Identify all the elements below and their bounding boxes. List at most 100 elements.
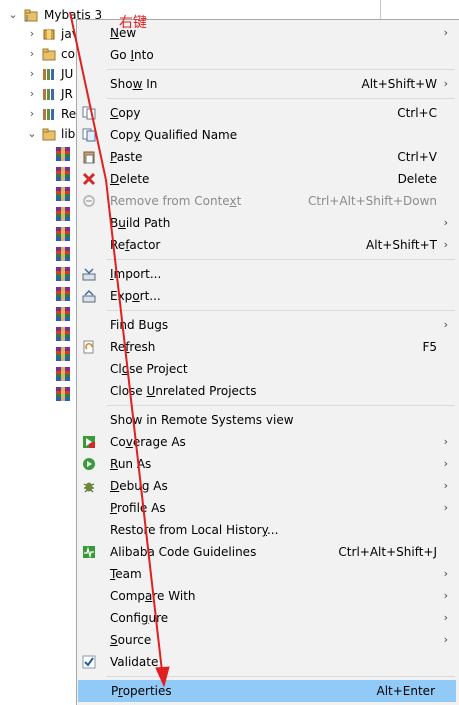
jar-file-icon[interactable] [56, 287, 70, 301]
chevron-right-icon[interactable]: › [27, 25, 37, 43]
tree-item[interactable]: ⌄ lib [0, 125, 80, 143]
menu-item-label: Validate [110, 655, 159, 669]
submenu-arrow-icon: › [443, 589, 448, 602]
menu-separator [107, 405, 455, 406]
menu-item-label: Debug As [110, 479, 168, 493]
menu-item-coverage-as[interactable]: Coverage As › [77, 431, 458, 453]
library-icon [43, 109, 54, 120]
jar-file-icon[interactable] [56, 167, 70, 181]
menu-separator [107, 259, 455, 260]
menu-item-shortcut: Alt+Shift+W [361, 77, 438, 91]
alibaba-guidelines-icon [83, 546, 95, 559]
jar-file-icon[interactable] [56, 247, 70, 261]
menu-item-label: Show in Remote Systems view [110, 413, 294, 427]
jar-file-icon[interactable] [56, 387, 70, 401]
menu-item-show-in[interactable]: Show In Alt+Shift+W › [77, 73, 458, 95]
menu-item-validate[interactable]: Validate [77, 651, 458, 673]
menu-item-show-in-remote-systems-view[interactable]: Show in Remote Systems view [77, 409, 458, 431]
menu-item-label: Copy [110, 106, 141, 120]
menu-item-label: Export... [110, 289, 161, 303]
menu-item-compare-with[interactable]: Compare With › [77, 585, 458, 607]
chevron-right-icon[interactable]: › [27, 105, 37, 123]
menu-item-label: Close Project [110, 362, 188, 376]
menu-item-find-bugs[interactable]: Find Bugs › [77, 314, 458, 336]
menu-item-profile-as[interactable]: Profile As › [77, 497, 458, 519]
context-menu: New › Go Into Show In Alt+Shift+W › Copy Ctrl+C… [76, 19, 459, 705]
menu-item-restore-from-local-history[interactable]: Restore from Local History... [77, 519, 458, 541]
menu-item-label: Restore from Local History... [110, 523, 279, 537]
submenu-arrow-icon: › [443, 479, 448, 492]
menu-item-shortcut: F5 [422, 340, 437, 354]
jar-file-icon[interactable] [56, 207, 70, 221]
copy-qualified-name-icon [82, 128, 96, 142]
menu-item-properties[interactable]: Properties Alt+Enter [78, 680, 456, 702]
menu-separator [107, 98, 455, 99]
tree-item[interactable]: › JR [0, 85, 80, 103]
validate-check-icon [82, 655, 96, 669]
submenu-arrow-icon: › [443, 77, 448, 90]
menu-item-label: Paste [110, 150, 143, 164]
submenu-arrow-icon: › [443, 457, 448, 470]
menu-item-shortcut: Alt+Shift+T [366, 238, 437, 252]
menu-item-configure[interactable]: Configure › [77, 607, 458, 629]
menu-item-label: Find Bugs [110, 318, 169, 332]
jar-file-icon[interactable] [56, 227, 70, 241]
menu-item-label: Alibaba Code Guidelines [110, 545, 257, 559]
tree-item[interactable]: › jav [0, 25, 80, 43]
menu-item-paste[interactable]: Paste Ctrl+V [77, 146, 458, 168]
tree-item[interactable]: › JU [0, 65, 80, 83]
menu-item-run-as[interactable]: Run As › [77, 453, 458, 475]
menu-item-alibaba-code-guidelines[interactable]: Alibaba Code Guidelines Ctrl+Alt+Shift+J [77, 541, 458, 563]
menu-item-close-project[interactable]: Close Project [77, 358, 458, 380]
menu-separator [107, 310, 455, 311]
jar-file-icon[interactable] [56, 147, 70, 161]
menu-item-copy[interactable]: Copy Ctrl+C [77, 102, 458, 124]
menu-item-delete[interactable]: Delete Delete [77, 168, 458, 190]
menu-item-build-path[interactable]: Build Path › [77, 212, 458, 234]
jar-file-icon[interactable] [56, 367, 70, 381]
run-icon [83, 458, 95, 470]
menu-item-team[interactable]: Team › [77, 563, 458, 585]
tree-item-label: JU [61, 67, 74, 81]
menu-item-close-unrelated-projects[interactable]: Close Unrelated Projects [77, 380, 458, 402]
menu-item-refresh[interactable]: Refresh F5 [77, 336, 458, 358]
menu-item-label: Build Path [110, 216, 171, 230]
remove-from-context-icon [83, 195, 95, 207]
jar-file-icon[interactable] [56, 327, 70, 341]
jar-file-icon[interactable] [56, 347, 70, 361]
menu-item-refactor[interactable]: Refactor Alt+Shift+T › [77, 234, 458, 256]
chevron-down-icon[interactable]: ⌄ [8, 6, 18, 24]
menu-item-label: Copy Qualified Name [110, 128, 238, 142]
delete-icon [82, 172, 96, 186]
menu-item-label: Show In [110, 77, 158, 91]
menu-item-go-into[interactable]: Go Into [77, 44, 458, 66]
menu-item-shortcut: Ctrl+Alt+Shift+Down [307, 194, 437, 208]
jar-file-icon[interactable] [56, 187, 70, 201]
tree-item[interactable]: › Re [0, 105, 80, 123]
menu-item-export[interactable]: Export... [77, 285, 458, 307]
menu-item-source[interactable]: Source › [77, 629, 458, 651]
chevron-right-icon[interactable]: › [27, 85, 37, 103]
svg-text:J: J [25, 14, 28, 22]
chevron-down-icon[interactable]: ⌄ [27, 125, 37, 143]
refresh-icon [83, 340, 94, 354]
tree-item[interactable]: › co [0, 45, 80, 63]
jar-file-icon[interactable] [56, 307, 70, 321]
annotation-note: 右键 [119, 15, 147, 31]
menu-item-label: Compare With [110, 589, 196, 603]
menu-item-shortcut: Delete [397, 172, 437, 186]
menu-item-import[interactable]: Import... [77, 263, 458, 285]
menu-item-label: Configure [110, 611, 169, 625]
submenu-arrow-icon: › [443, 435, 448, 448]
menu-item-label: Properties [111, 684, 172, 698]
menu-item-copy-qualified-name[interactable]: Copy Qualified Name [77, 124, 458, 146]
chevron-right-icon[interactable]: › [27, 65, 37, 83]
debug-icon [83, 482, 95, 493]
submenu-arrow-icon: › [443, 216, 448, 229]
chevron-right-icon[interactable]: › [27, 45, 37, 63]
menu-item-debug-as[interactable]: Debug As › [77, 475, 458, 497]
submenu-arrow-icon: › [443, 318, 448, 331]
menu-item-label: Profile As [110, 501, 166, 515]
library-icon [43, 89, 54, 100]
jar-file-icon[interactable] [56, 267, 70, 281]
